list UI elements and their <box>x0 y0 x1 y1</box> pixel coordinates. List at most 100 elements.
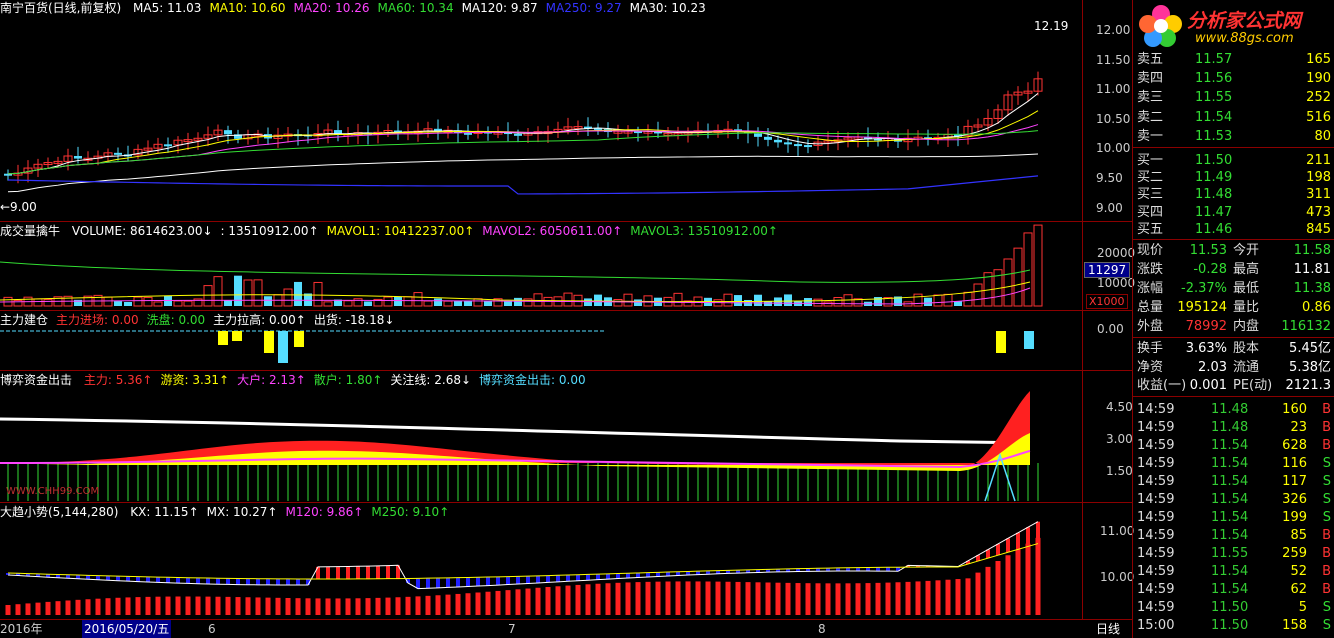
trade-time: 14:59 <box>1137 437 1175 453</box>
price-chart[interactable] <box>0 0 1082 221</box>
bid-row: 买二 11.49 198 <box>1133 168 1334 187</box>
volume-bar <box>203 285 213 307</box>
stat-label: 今开 <box>1233 243 1260 258</box>
candle-down <box>764 136 772 140</box>
force-bar <box>294 331 304 347</box>
trade-volume: 199 <box>1282 509 1307 525</box>
candle-down <box>164 144 172 147</box>
high-mark: 12.19 <box>1034 19 1069 33</box>
stat-label: 总量 <box>1137 300 1164 315</box>
focus-line <box>0 417 1031 445</box>
trade-time: 14:59 <box>1137 509 1175 525</box>
stat-row: 总量 195124 量比 0.86 <box>1133 298 1334 317</box>
ask-row: 卖一 11.53 80 <box>1133 127 1334 146</box>
stat-value: 0.001 <box>1189 378 1227 393</box>
trade-side: B <box>1322 437 1331 453</box>
quote-panel: 分析家公式网 www.88gs.com 卖五 11.57 165 卖四 11.56 190… <box>1132 0 1334 638</box>
trade-time: 14:59 <box>1137 527 1175 543</box>
volume-bar <box>383 296 393 307</box>
ask-volume: 516 <box>1306 109 1331 125</box>
bid-price: 11.47 <box>1195 204 1233 220</box>
bid-volume: 198 <box>1306 170 1331 186</box>
logo-url: www.88gs.com <box>1195 31 1294 46</box>
volume-bar <box>183 300 193 307</box>
trade-side: S <box>1322 473 1331 489</box>
volume-bar <box>224 300 232 306</box>
volume-bar <box>364 301 372 306</box>
trend-chart[interactable] <box>0 503 1082 619</box>
volume-bar <box>514 297 522 306</box>
volume-chart[interactable] <box>0 222 1082 310</box>
volume-bar <box>264 296 272 306</box>
volume-bar <box>124 301 132 306</box>
force-chart[interactable] <box>0 311 1082 370</box>
trade-volume: 326 <box>1282 491 1307 507</box>
trade-volume: 259 <box>1282 545 1307 561</box>
bid-row: 买四 11.47 473 <box>1133 203 1334 222</box>
stat-label: 内盘 <box>1233 319 1260 334</box>
trade-price: 11.50 <box>1211 617 1249 633</box>
stat-label: 涨幅 <box>1137 281 1164 296</box>
volume-bar <box>294 281 302 306</box>
trade-volume: 117 <box>1282 473 1307 489</box>
volume-bar <box>234 275 242 306</box>
mx-line <box>7 543 1039 580</box>
kx-line <box>7 521 1039 590</box>
trade-volume: 116 <box>1282 455 1307 471</box>
candle-down <box>514 133 522 136</box>
trade-price: 11.54 <box>1211 455 1249 471</box>
fund-chart[interactable] <box>0 371 1082 502</box>
volume-bar <box>973 283 983 307</box>
date-year: 2016年 <box>0 622 43 636</box>
ask-label: 卖五 <box>1137 52 1164 67</box>
stat-label: 量比 <box>1233 300 1260 315</box>
candle-down <box>774 139 782 143</box>
volume-bar <box>353 298 363 307</box>
stat-value: 195124 <box>1177 300 1227 315</box>
trade-time: 14:59 <box>1137 473 1175 489</box>
bid-volume: 845 <box>1306 221 1331 237</box>
bid-price: 11.49 <box>1195 170 1233 186</box>
stat-row: 涨幅 -2.37% 最低 11.38 <box>1133 279 1334 298</box>
trade-time: 14:59 <box>1137 401 1175 417</box>
trade-row: 14:59 11.54 52 B <box>1133 563 1334 581</box>
force-bar <box>278 331 288 363</box>
trend-axis <box>1082 503 1133 620</box>
volume-bar <box>394 296 402 306</box>
volume-bar <box>473 298 483 307</box>
volume-bar <box>434 298 442 306</box>
stat-value: 2121.3 <box>1285 378 1332 393</box>
volume-unit: X1000 <box>1086 294 1128 309</box>
trade-side: B <box>1322 401 1331 417</box>
ask-volume: 80 <box>1314 128 1331 144</box>
volume-bar <box>423 300 433 307</box>
bid-price: 11.50 <box>1195 153 1233 168</box>
stat-label: 最高 <box>1233 262 1260 277</box>
stat-label: 涨跌 <box>1137 262 1164 277</box>
period-button[interactable]: 日线 <box>1096 620 1120 638</box>
date-month-8: 8 <box>818 622 826 636</box>
ask-row: 卖三 11.55 252 <box>1133 88 1334 107</box>
trade-price: 11.54 <box>1211 527 1249 543</box>
trade-price: 11.48 <box>1211 419 1249 435</box>
volume-bar <box>613 298 623 307</box>
mavol3-line <box>0 261 1031 283</box>
ask-price: 11.55 <box>1195 90 1233 106</box>
stat-label: 流通 <box>1233 359 1260 375</box>
fund-watermark: WWW.CHH99.COM <box>6 486 100 497</box>
ask-row: 卖四 11.56 190 <box>1133 69 1334 88</box>
sep <box>1133 395 1334 397</box>
candle-down <box>114 152 122 155</box>
trade-volume: 52 <box>1290 563 1307 579</box>
price-tick-4: 10.00 <box>1096 141 1131 155</box>
trade-volume: 160 <box>1282 401 1307 417</box>
candle-down <box>794 144 802 147</box>
volume-bar <box>484 300 492 306</box>
ask-row: 卖五 11.57 165 <box>1133 50 1334 69</box>
volume-bar <box>1003 258 1013 307</box>
stat-value: -0.28 <box>1193 262 1227 277</box>
trade-price: 11.54 <box>1211 473 1249 489</box>
stat-row: 换手 3.63% 股本 5.45亿 <box>1133 339 1334 358</box>
volume-bar <box>634 299 642 306</box>
volume-bar <box>213 276 223 307</box>
